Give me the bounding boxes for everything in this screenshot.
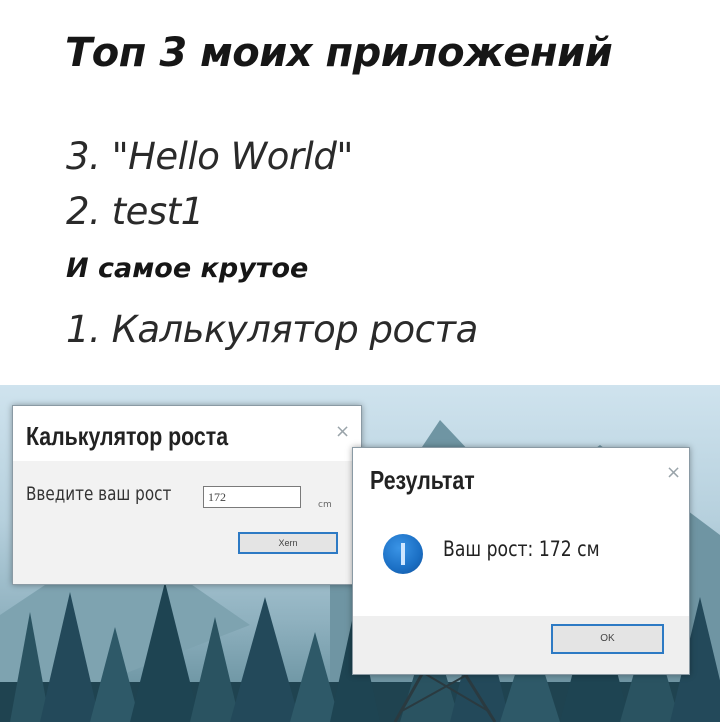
unit-label: cm [318,500,332,510]
rank-item-2: 2. test1 [66,190,204,233]
meme-title: Топ 3 моих приложений [65,30,613,76]
info-icon [383,534,423,574]
rank-item-3: 3. "Hello World" [66,135,353,178]
close-icon[interactable]: × [666,462,681,483]
height-input[interactable]: 172 [203,486,301,508]
window-title: Калькулятор роста [26,421,229,451]
height-prompt-label: Введите ваш рост [26,483,172,505]
close-icon[interactable]: × [335,421,350,442]
calculate-button[interactable]: Хеrn [238,532,338,554]
result-message: Ваш рост: 172 см [443,537,600,561]
rank-item-1: 1. Калькулятор роста [66,308,478,351]
meme-subtitle: И самое крутое [66,253,309,284]
meme-caption: Топ 3 моих приложений 3. "Hello World" 2… [0,0,720,385]
ok-button[interactable]: OK [551,624,664,654]
dialog-title: Результат [370,465,475,495]
window-body [13,461,361,584]
